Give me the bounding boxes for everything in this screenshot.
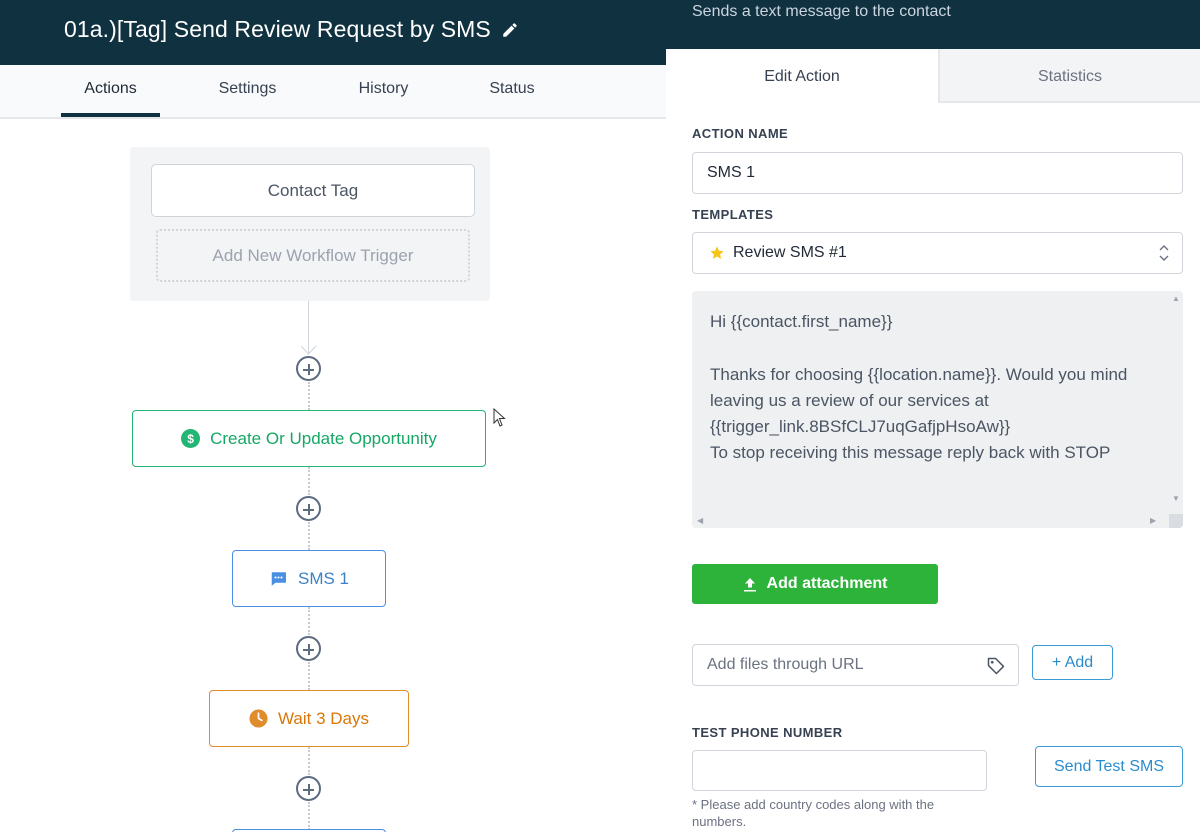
chat-icon: [271, 571, 286, 586]
templates-label: TEMPLATES: [692, 207, 774, 222]
connector-line: [308, 662, 310, 690]
file-url-placeholder: Add files through URL: [707, 656, 864, 673]
tag-icon[interactable]: [986, 656, 1006, 676]
add-action-button[interactable]: [296, 496, 321, 521]
connector-line: [308, 382, 310, 410]
clock-icon: [249, 709, 268, 728]
action-label: SMS 1: [297, 568, 350, 588]
tab-settings[interactable]: Settings: [200, 65, 295, 117]
scroll-left-arrow-icon[interactable]: ◀: [697, 516, 703, 525]
template-select[interactable]: Review SMS #1: [692, 232, 1183, 274]
file-url-input[interactable]: Add files through URL: [692, 644, 1019, 686]
connector-line: [308, 607, 310, 635]
add-attachment-label: Add attachment: [766, 575, 888, 592]
send-test-sms-button[interactable]: Send Test SMS: [1035, 746, 1183, 787]
scroll-down-arrow-icon[interactable]: ▼: [1172, 494, 1180, 503]
add-url-button[interactable]: + Add: [1032, 645, 1113, 680]
add-action-button[interactable]: [296, 356, 321, 381]
action-label: Create Or Update Opportunity: [210, 428, 437, 448]
mouse-cursor-icon: [493, 408, 506, 427]
panel-subtitle: Sends a text message to the contact: [692, 3, 951, 20]
hint-text: Please add country codes along with the …: [692, 797, 935, 829]
connector-line: [308, 747, 310, 775]
action-sms-1[interactable]: SMS 1: [232, 550, 386, 607]
add-action-button[interactable]: [296, 636, 321, 661]
scroll-right-arrow-icon[interactable]: ▶: [1150, 516, 1156, 525]
trigger-contact-tag[interactable]: Contact Tag: [151, 164, 475, 217]
connector-line: [308, 802, 310, 830]
tab-status[interactable]: Status: [470, 65, 554, 117]
horizontal-scrollbar[interactable]: ◀ ▶: [692, 514, 1168, 528]
arrow-head-icon: [300, 345, 317, 355]
tab-actions[interactable]: Actions: [61, 65, 160, 117]
workflow-tabs: Actions Settings History Status: [0, 65, 666, 119]
tab-history[interactable]: History: [340, 65, 427, 117]
chevron-updown-icon: [1159, 245, 1169, 261]
action-name-input[interactable]: SMS 1: [692, 152, 1183, 194]
country-code-hint: * Please add country codes along with th…: [692, 797, 935, 829]
scroll-up-arrow-icon[interactable]: ▲: [1172, 294, 1180, 303]
workflow-canvas: Contact Tag Add New Workflow Trigger $ C…: [0, 119, 666, 832]
workflow-title: 01a.)[Tag] Send Review Request by SMS: [64, 16, 491, 42]
vertical-scrollbar[interactable]: ▲ ▼: [1169, 291, 1183, 514]
template-selected-value: Review SMS #1: [733, 244, 847, 261]
action-name-label: ACTION NAME: [692, 126, 789, 141]
add-action-button[interactable]: [296, 776, 321, 801]
message-text: Hi {{contact.first_name}} Thanks for cho…: [710, 312, 1128, 463]
action-label: Wait 3 Days: [277, 708, 369, 728]
test-phone-input[interactable]: [692, 750, 987, 791]
pencil-icon[interactable]: [501, 21, 519, 39]
tab-edit-action[interactable]: Edit Action: [666, 49, 940, 103]
action-wait-3-days[interactable]: Wait 3 Days: [209, 690, 409, 747]
trigger-group: Contact Tag Add New Workflow Trigger: [130, 147, 490, 301]
edit-action-panel: Edit Action Statistics ACTION NAME SMS 1…: [666, 49, 1200, 832]
message-textarea[interactable]: Hi {{contact.first_name}} Thanks for cho…: [692, 291, 1183, 528]
tab-statistics[interactable]: Statistics: [940, 49, 1200, 103]
scrollbar-corner: [1169, 514, 1183, 528]
connector-line: [308, 467, 310, 495]
add-trigger-button[interactable]: Add New Workflow Trigger: [156, 229, 470, 282]
connector-line: [308, 522, 310, 550]
action-create-update-opportunity[interactable]: $ Create Or Update Opportunity: [132, 410, 486, 467]
add-attachment-button[interactable]: Add attachment: [692, 564, 938, 604]
upload-icon: [743, 577, 756, 591]
test-phone-label: TEST PHONE NUMBER: [692, 725, 843, 740]
dollar-icon: $: [181, 429, 201, 448]
star-icon: [710, 246, 724, 259]
